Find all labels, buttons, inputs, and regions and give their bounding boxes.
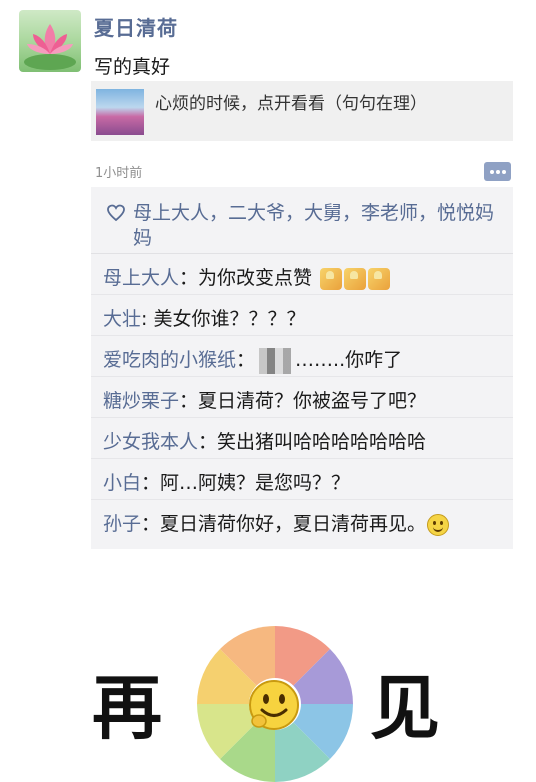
shared-article-card[interactable]: 心烦的时候，点开看看（句句在理） — [91, 81, 513, 141]
comment-row[interactable]: 母上大人：为你改变点赞 — [91, 254, 513, 295]
comment-separator: ： — [141, 472, 161, 494]
commenter-name[interactable]: 孙子 — [103, 513, 141, 535]
article-title: 心烦的时候，点开看看（句句在理） — [155, 94, 427, 114]
likes-comments-panel: 母上大人，二大爷，大舅，李老师，悦悦妈妈 母上大人：为你改变点赞 大壮: 美女你… — [91, 187, 513, 549]
comment-separator: ： — [141, 513, 161, 535]
thumbs-up-emoji — [368, 267, 391, 290]
comment-text: 阿…阿姨？是您吗？？ — [160, 472, 351, 494]
commenter-name[interactable]: 大壮 — [103, 308, 141, 330]
comment-dots-icon[interactable] — [484, 162, 511, 181]
commenter-name[interactable]: 少女我本人 — [103, 431, 198, 453]
comment-separator: ： — [179, 267, 199, 289]
post-timestamp: 1小时前 — [95, 166, 143, 181]
liker-names[interactable]: 母上大人，二大爷，大舅，李老师，悦悦妈妈 — [133, 201, 501, 251]
comment-separator: ： — [236, 349, 256, 371]
post-text: 写的真好 — [94, 56, 171, 78]
comment-separator: ： — [179, 390, 199, 412]
smile-emoji — [427, 513, 450, 536]
sticker-left-char: 再 — [92, 667, 162, 749]
comment-row[interactable]: 爱吃肉的小猴纸： ……..你咋了 — [91, 336, 513, 377]
comment-text: 为你改变点赞 — [198, 267, 313, 289]
comment-row[interactable]: 少女我本人：笑出猪叫哈哈哈哈哈哈哈 — [91, 418, 513, 459]
pixelated-emoji — [259, 347, 292, 374]
article-thumbnail — [96, 89, 144, 135]
comment-row[interactable]: 小白：阿…阿姨？是您吗？？ — [91, 459, 513, 500]
lotus-icon — [24, 24, 76, 70]
thumbs-up-emoji — [344, 267, 367, 290]
likes-section: 母上大人，二大爷，大舅，李老师，悦悦妈妈 — [91, 187, 513, 254]
commenter-name[interactable]: 糖炒栗子 — [103, 390, 179, 412]
comment-text: 夏日清荷你好，夏日清荷再见。 — [160, 513, 427, 535]
comment-row[interactable]: 大壮: 美女你谁？？？？ — [91, 295, 513, 336]
comment-text: 美女你谁？？？？ — [153, 308, 306, 330]
comment-row[interactable]: 孙子：夏日清荷你好，夏日清荷再见。 — [91, 500, 513, 540]
sticker-right-char: 见 — [370, 667, 440, 749]
comment-separator: : — [141, 308, 154, 330]
smile-emoji — [249, 680, 299, 730]
thumbs-up-emoji — [320, 267, 343, 290]
commenter-name[interactable]: 母上大人 — [103, 267, 179, 289]
avatar[interactable] — [19, 10, 81, 72]
comment-text: 笑出猪叫哈哈哈哈哈哈哈 — [217, 431, 427, 453]
commenter-name[interactable]: 爱吃肉的小猴纸 — [103, 349, 236, 371]
comment-row[interactable]: 糖炒栗子：夏日清荷？你被盗号了吧？ — [91, 377, 513, 418]
comment-separator: ： — [198, 431, 218, 453]
heart-outline-icon — [107, 204, 125, 222]
commenter-name[interactable]: 小白 — [103, 472, 141, 494]
post-author-name[interactable]: 夏日清荷 — [94, 12, 178, 41]
comment-text: 夏日清荷？你被盗号了吧？ — [198, 390, 427, 412]
comment-text: ……..你咋了 — [295, 349, 403, 371]
